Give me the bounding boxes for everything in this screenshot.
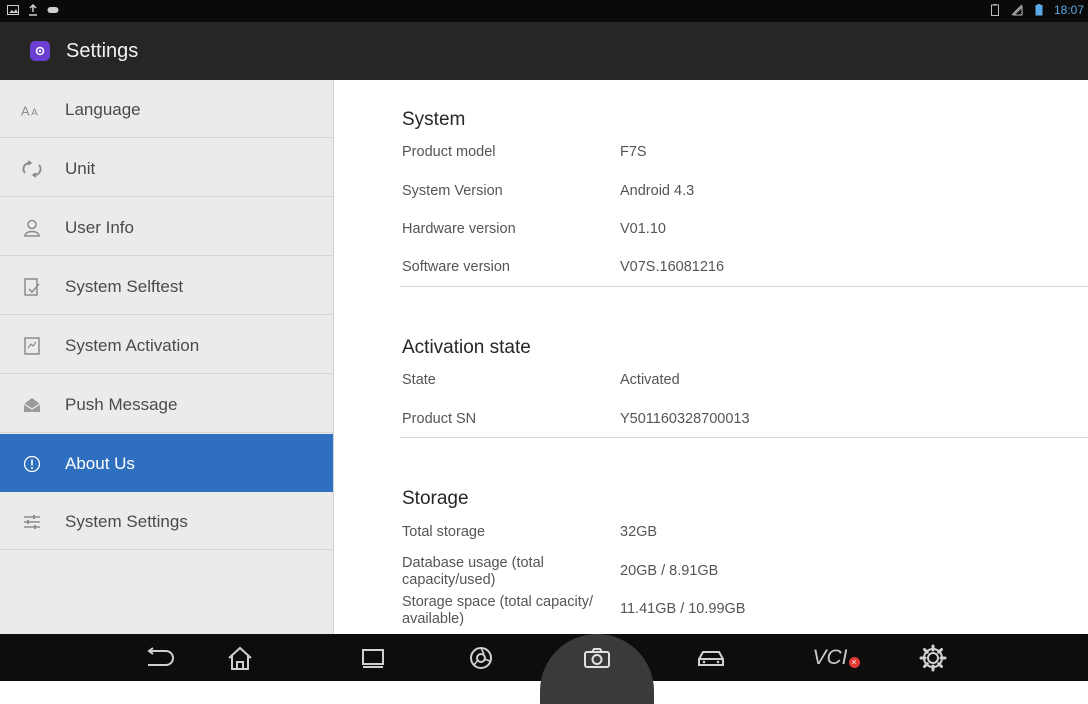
- row-value: F7S: [620, 144, 647, 160]
- sidebar-item-about-us[interactable]: About Us: [0, 434, 333, 492]
- recent-apps-icon: [362, 648, 384, 668]
- home-button[interactable]: [215, 634, 265, 681]
- row-value: Y501160328700013: [620, 411, 750, 427]
- svg-text:A: A: [31, 108, 38, 119]
- svg-text:A: A: [21, 104, 30, 119]
- row-label: Software version: [402, 259, 510, 275]
- recent-apps-button[interactable]: [349, 634, 399, 681]
- row-value: 11.41GB / 10.99GB: [620, 601, 746, 617]
- sidebar-item-language[interactable]: AA Language: [0, 80, 333, 138]
- back-button[interactable]: [134, 634, 184, 681]
- sidebar-item-label: Language: [65, 100, 141, 119]
- sidebar-item-system-activation[interactable]: System Activation: [0, 316, 333, 374]
- gear-icon: [919, 644, 947, 671]
- font-size-icon: AA: [21, 99, 43, 121]
- gamepad-icon: [46, 3, 60, 17]
- sidebar-item-system-settings[interactable]: System Settings: [0, 492, 333, 550]
- vci-disconnected-icon: ×: [848, 656, 860, 668]
- sidebar-item-unit[interactable]: Unit: [0, 139, 333, 197]
- sidebar: AA Language Unit User Info System Selfte…: [0, 80, 334, 634]
- screenshot-icon: [6, 3, 20, 17]
- user-icon: [21, 217, 43, 239]
- section-title-activation: Activation state: [402, 337, 531, 358]
- home-icon: [228, 646, 252, 670]
- row-value: V01.10: [620, 221, 666, 237]
- sidebar-item-label: User Info: [65, 218, 134, 237]
- sidebar-item-push-message[interactable]: Push Message: [0, 375, 333, 433]
- battery-icon: [988, 3, 1002, 17]
- section-title-system: System: [402, 109, 466, 130]
- divider: [400, 437, 1088, 438]
- upload-icon: [26, 3, 40, 17]
- vci-label: VCI ×: [812, 646, 860, 670]
- row-label: Total storage: [402, 524, 486, 540]
- mail-icon: [21, 394, 43, 416]
- sidebar-item-label: About Us: [65, 454, 135, 473]
- row-label: Hardware version: [402, 221, 516, 237]
- selftest-icon: [21, 276, 43, 298]
- row-label: Product SN: [402, 411, 477, 427]
- row-label: State: [402, 372, 436, 388]
- navigation-buttons: VCI ×: [0, 634, 1088, 681]
- activation-icon: [21, 335, 43, 357]
- row-value: 20GB / 8.91GB: [620, 563, 719, 579]
- status-bar: 18:07: [0, 0, 1088, 22]
- sidebar-item-label: Unit: [65, 159, 96, 178]
- row-label: Database usage (total capacity/used): [402, 555, 544, 588]
- row-label: System Version: [402, 183, 503, 199]
- browser-icon: [470, 646, 492, 669]
- row-value: V07S.16081216: [620, 259, 725, 275]
- row-label: Storage space (total capacity/ available…: [402, 594, 594, 627]
- title-bar: Settings: [0, 22, 1088, 80]
- row-value: Activated: [620, 372, 680, 388]
- screenshot-camera-button[interactable]: [572, 634, 622, 681]
- sidebar-item-user-info[interactable]: User Info: [0, 198, 333, 256]
- row-value: 32GB: [620, 524, 658, 540]
- settings-gear-button[interactable]: [908, 634, 958, 681]
- no-signal-icon: [1010, 3, 1024, 17]
- about-us-panel: System Product model F7S System Version …: [334, 80, 1088, 634]
- battery-level-icon: [1032, 3, 1046, 17]
- sidebar-item-label: Push Message: [65, 395, 178, 414]
- clock: 18:07: [1053, 3, 1084, 17]
- divider: [400, 286, 1088, 287]
- row-label: Product model: [402, 144, 496, 160]
- sidebar-item-label: System Settings: [65, 512, 188, 531]
- sidebar-item-system-selftest[interactable]: System Selftest: [0, 257, 333, 315]
- page-title: Settings: [66, 40, 139, 62]
- settings-app-icon: [30, 41, 50, 61]
- sidebar-item-label: System Activation: [65, 336, 200, 355]
- info-icon: [21, 453, 43, 475]
- section-title-storage: Storage: [402, 488, 469, 509]
- camera-icon: [584, 647, 610, 668]
- sliders-icon: [21, 511, 43, 533]
- back-icon: [147, 646, 174, 666]
- browser-button[interactable]: [456, 634, 506, 681]
- car-icon: [698, 650, 724, 666]
- row-value: Android 4.3: [620, 183, 695, 199]
- unit-icon: [21, 158, 43, 180]
- vci-status-button[interactable]: VCI ×: [800, 634, 860, 681]
- diagnosis-car-button[interactable]: [686, 634, 736, 681]
- sidebar-item-label: System Selftest: [65, 277, 184, 296]
